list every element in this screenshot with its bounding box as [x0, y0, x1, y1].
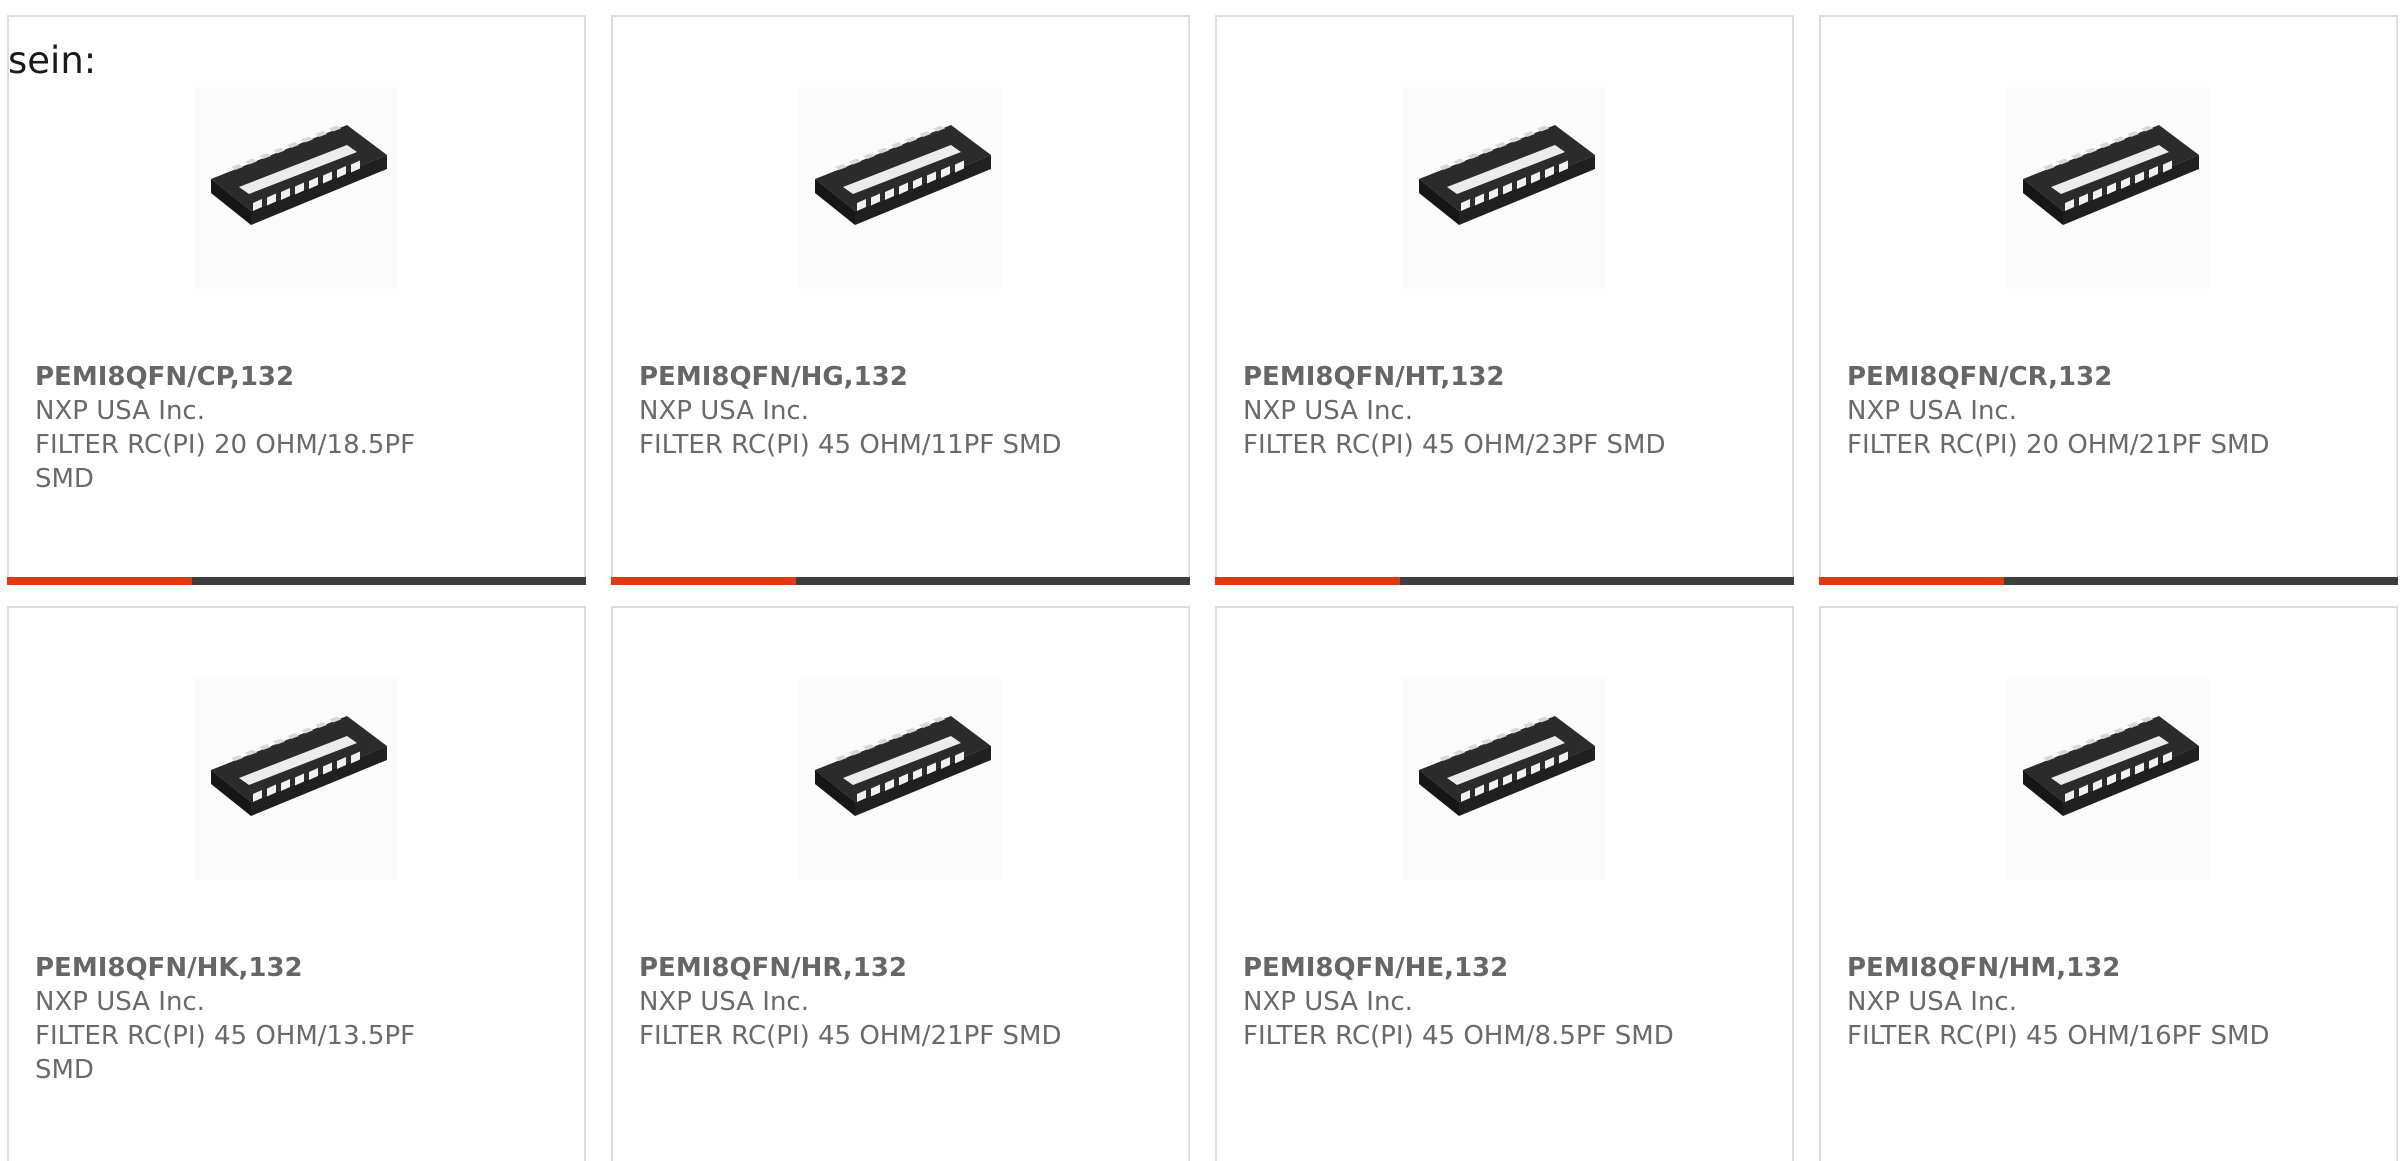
manufacturer-name: NXP USA Inc.	[1847, 987, 2017, 1017]
manufacturer-name: NXP USA Inc.	[35, 987, 205, 1017]
manufacturer-name: NXP USA Inc.	[1847, 396, 2017, 426]
product-image[interactable]	[799, 87, 1001, 289]
product-description: FILTER RC(PI) 45 OHM/8.5PF SMD	[1243, 1021, 1674, 1051]
manufacturer-name: NXP USA Inc.	[1243, 396, 1413, 426]
product-description: FILTER RC(PI) 20 OHM/21PF SMD	[1847, 430, 2270, 460]
product-card[interactable]: PEMI8QFN/CP,132 NXP USA Inc. FILTER RC(P…	[7, 15, 586, 585]
progress-bar	[7, 577, 586, 585]
manufacturer-name: NXP USA Inc.	[639, 396, 809, 426]
qfn-chip-package-icon	[211, 716, 387, 816]
progress-bar	[611, 577, 1190, 585]
page-heading: sein:	[8, 39, 97, 82]
product-image[interactable]	[1403, 678, 1605, 880]
product-description: FILTER RC(PI) 45 OHM/16PF SMD	[1847, 1021, 2270, 1051]
manufacturer-name: NXP USA Inc.	[1243, 987, 1413, 1017]
part-number[interactable]: PEMI8QFN/CR,132	[1847, 360, 2367, 394]
progress-bar-fill	[1819, 577, 2005, 585]
product-image[interactable]	[195, 87, 397, 289]
product-image[interactable]	[195, 678, 397, 880]
qfn-chip-package-icon	[815, 716, 991, 816]
product-description: FILTER RC(PI) 45 OHM/13.5PF SMD	[35, 1021, 416, 1085]
qfn-chip-package-icon	[211, 125, 387, 225]
part-number[interactable]: PEMI8QFN/HG,132	[639, 360, 1159, 394]
product-image[interactable]	[2007, 87, 2209, 289]
product-card[interactable]: PEMI8QFN/HT,132 NXP USA Inc. FILTER RC(P…	[1215, 15, 1794, 585]
part-number[interactable]: PEMI8QFN/HR,132	[639, 951, 1159, 985]
qfn-chip-package-icon	[2023, 716, 2199, 816]
progress-bar	[1215, 577, 1794, 585]
product-image[interactable]	[1403, 87, 1605, 289]
product-image[interactable]	[2007, 678, 2209, 880]
product-description: FILTER RC(PI) 45 OHM/11PF SMD	[639, 430, 1062, 460]
product-card[interactable]: PEMI8QFN/HE,132 NXP USA Inc. FILTER RC(P…	[1215, 606, 1794, 1161]
page: sein: PEMI8QFN/CP,132 NXP USA Inc. FILTE…	[0, 0, 2400, 1161]
progress-bar-fill	[7, 577, 193, 585]
product-grid: PEMI8QFN/CP,132 NXP USA Inc. FILTER RC(P…	[0, 0, 2400, 1161]
product-description: FILTER RC(PI) 45 OHM/23PF SMD	[1243, 430, 1666, 460]
product-description: FILTER RC(PI) 45 OHM/21PF SMD	[639, 1021, 1062, 1051]
qfn-chip-package-icon	[1419, 125, 1595, 225]
product-card[interactable]: PEMI8QFN/HM,132 NXP USA Inc. FILTER RC(P…	[1819, 606, 2398, 1161]
qfn-chip-package-icon	[1419, 716, 1595, 816]
qfn-chip-package-icon	[815, 125, 991, 225]
product-card[interactable]: PEMI8QFN/HG,132 NXP USA Inc. FILTER RC(P…	[611, 15, 1190, 585]
qfn-chip-package-icon	[2023, 125, 2199, 225]
manufacturer-name: NXP USA Inc.	[639, 987, 809, 1017]
progress-bar	[1819, 577, 2398, 585]
part-number[interactable]: PEMI8QFN/HM,132	[1847, 951, 2367, 985]
product-image[interactable]	[799, 678, 1001, 880]
part-number[interactable]: PEMI8QFN/CP,132	[35, 360, 555, 394]
part-number[interactable]: PEMI8QFN/HT,132	[1243, 360, 1763, 394]
progress-bar-fill	[611, 577, 797, 585]
product-card[interactable]: PEMI8QFN/HR,132 NXP USA Inc. FILTER RC(P…	[611, 606, 1190, 1161]
part-number[interactable]: PEMI8QFN/HE,132	[1243, 951, 1763, 985]
product-card[interactable]: PEMI8QFN/HK,132 NXP USA Inc. FILTER RC(P…	[7, 606, 586, 1161]
progress-bar-fill	[1215, 577, 1401, 585]
manufacturer-name: NXP USA Inc.	[35, 396, 205, 426]
product-description: FILTER RC(PI) 20 OHM/18.5PF SMD	[35, 430, 416, 494]
part-number[interactable]: PEMI8QFN/HK,132	[35, 951, 555, 985]
product-card[interactable]: PEMI8QFN/CR,132 NXP USA Inc. FILTER RC(P…	[1819, 15, 2398, 585]
